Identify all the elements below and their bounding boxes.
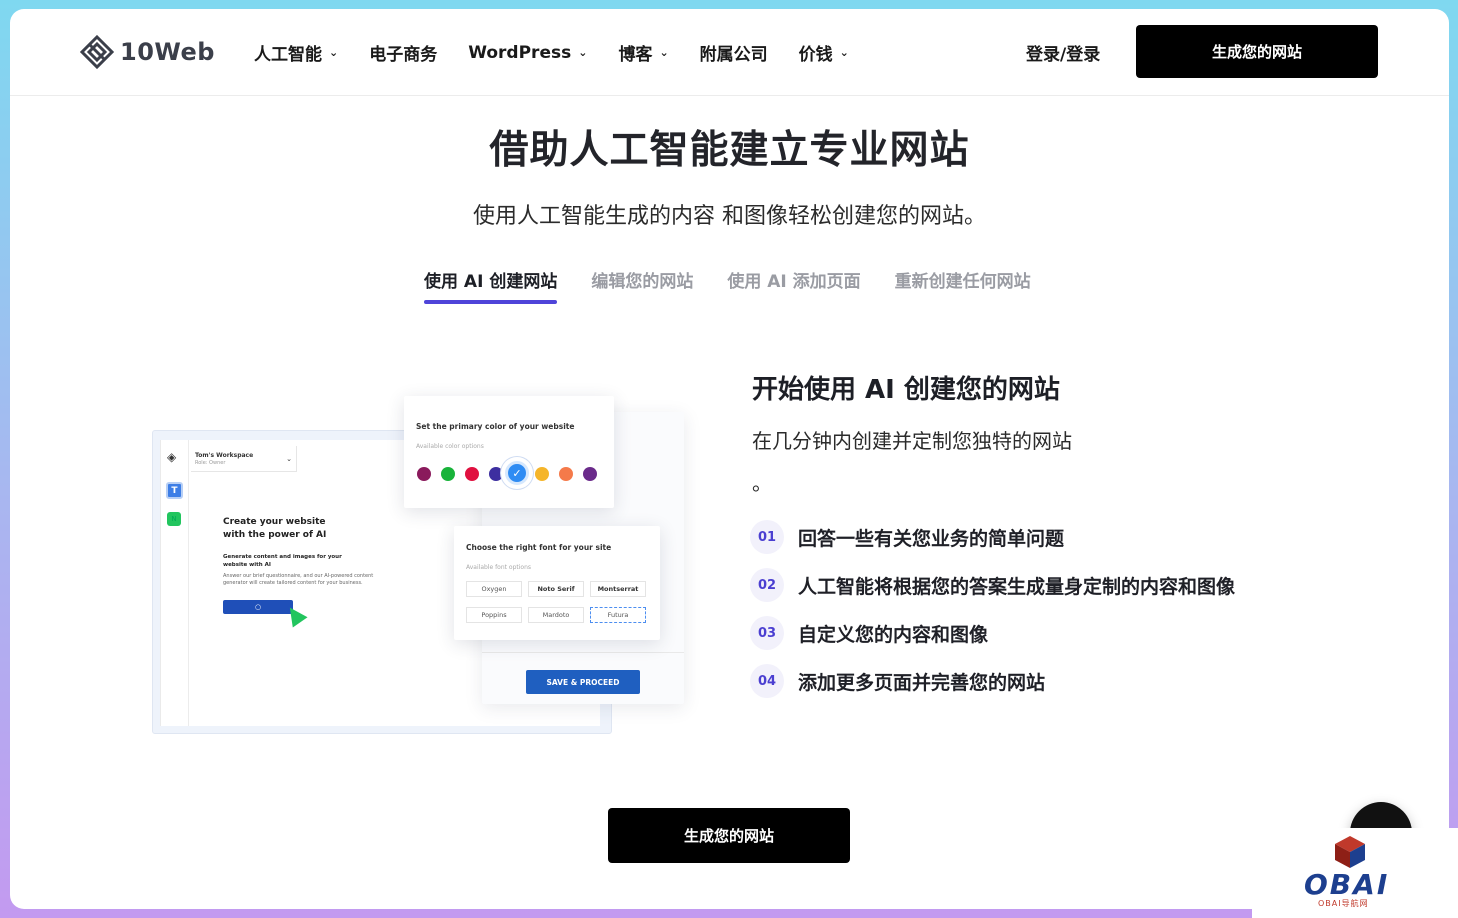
nav-label: 电子商务: [369, 45, 438, 65]
top-header: 10Web 人工智能 ⌄ 电子商务 WordPress ⌄ 博客 ⌄ 附属公司 价钱 ⌄…: [10, 9, 1449, 96]
mini-logo-icon: ◈: [167, 450, 177, 464]
cube-logo-icon: [1335, 836, 1365, 868]
page-subtitle: 使用人工智能生成的内容 和图像轻松创建您的网站。: [473, 204, 986, 229]
font-option: Mardoto: [528, 607, 584, 623]
workspace-role: Role: Owner: [195, 460, 226, 466]
nav-label: 价钱: [798, 45, 833, 65]
font-options: Oxygen Noto Serif Montserrat Poppins Mardoto…: [466, 581, 646, 623]
color-swatch: [489, 467, 503, 481]
chevron-down-icon: ⌄: [286, 455, 292, 463]
page: 10Web 人工智能 ⌄ 电子商务 WordPress ⌄ 博客 ⌄ 附属公司 价钱 ⌄…: [10, 9, 1449, 909]
tab-recreate-site[interactable]: 重新创建任何网站: [895, 267, 1031, 307]
product-illustration: ◈ T N Tom's Workspace Role: Owner ⌄ Crea…: [150, 364, 710, 754]
workspace-avatar: T: [166, 482, 183, 499]
main-nav: 人工智能 ⌄ 电子商务 WordPress ⌄ 博客 ⌄ 附属公司 价钱 ⌄: [254, 40, 880, 66]
nav-item-affiliates[interactable]: 附属公司: [700, 40, 768, 65]
color-picker-card: Set the primary color of your website Av…: [404, 396, 614, 508]
tab-add-pages[interactable]: 使用 AI 添加页面: [727, 267, 860, 307]
watermark: OBAI OBAI导航网: [1252, 828, 1458, 918]
list-item: 01 回答一些有关您业务的简单问题: [750, 513, 1235, 561]
chevron-down-icon: ⌄: [839, 46, 849, 59]
step-text: 自定义您的内容和图像: [798, 623, 989, 646]
step-text: 添加更多页面并完善您的网站: [798, 671, 1046, 694]
feature-tabs: 使用 AI 创建网站 编辑您的网站 使用 AI 添加页面 重新创建任何网站: [424, 267, 1065, 307]
nav-item-pricing[interactable]: 价钱 ⌄: [799, 40, 849, 65]
steps-list: 01 回答一些有关您业务的简单问题 02 人工智能将根据您的答案生成量身定制的内…: [750, 513, 1235, 705]
watermark-subtext: OBAI导航网: [1318, 899, 1369, 908]
nav-label: 附属公司: [699, 45, 768, 65]
color-swatch: [583, 467, 597, 481]
nav-item-wordpress[interactable]: WordPress ⌄: [468, 43, 587, 63]
color-swatch: [535, 467, 549, 481]
color-swatch: [441, 467, 455, 481]
font-picker-card: Choose the right font for your site Avai…: [454, 526, 660, 640]
logo-icon: [80, 35, 114, 69]
color-swatch: [559, 467, 573, 481]
font-card-hint: Available font options: [466, 564, 532, 571]
save-proceed-button: SAVE & PROCEED: [526, 670, 640, 694]
font-option: Futura: [590, 607, 646, 623]
logo[interactable]: 10Web: [80, 35, 215, 69]
divider: [482, 652, 684, 653]
color-swatch: [465, 467, 479, 481]
font-card-title: Choose the right font for your site: [466, 543, 612, 552]
tab-edit-site[interactable]: 编辑您的网站: [591, 267, 693, 307]
feature-period: 。: [752, 471, 772, 495]
chevron-down-icon: ⌄: [329, 46, 339, 59]
step-text: 人工智能将根据您的答案生成量身定制的内容和图像: [798, 575, 1236, 598]
create-subheading: Generate content and images for your web…: [223, 554, 342, 568]
page-title: 借助人工智能建立专业网站: [489, 128, 970, 173]
feature-subtitle: 在几分钟内创建并定制您独特的网站: [752, 429, 1072, 453]
header-generate-button[interactable]: 生成您的网站: [1136, 25, 1378, 78]
step-number: 04: [750, 664, 784, 698]
workspace-title: Tom's Workspace: [195, 452, 254, 459]
list-item: 02 人工智能将根据您的答案生成量身定制的内容和图像: [750, 561, 1235, 609]
nav-item-ecommerce[interactable]: 电子商务: [369, 40, 437, 65]
nav-item-blog[interactable]: 博客 ⌄: [618, 40, 668, 65]
chevron-down-icon: ⌄: [578, 46, 588, 59]
font-option: Montserrat: [590, 581, 646, 597]
selected-color-swatch: ✓: [505, 461, 529, 485]
logo-text: 10Web: [120, 38, 215, 66]
watermark-text: OBAI: [1304, 868, 1390, 901]
color-swatches: ✓: [417, 461, 607, 485]
list-item: 04 添加更多页面并完善您的网站: [750, 657, 1235, 705]
color-swatch: [417, 467, 431, 481]
nav-item-ai[interactable]: 人工智能 ⌄: [254, 40, 338, 65]
color-card-title: Set the primary color of your website: [416, 422, 575, 431]
tab-create-with-ai[interactable]: 使用 AI 创建网站: [424, 267, 558, 307]
dashboard-sidebar: ◈ T N: [161, 440, 189, 726]
login-link[interactable]: 登录/登录: [1026, 40, 1100, 65]
color-card-hint: Available color options: [416, 443, 484, 450]
chevron-down-icon: ⌄: [659, 46, 669, 59]
workspace-switcher: Tom's Workspace Role: Owner ⌄: [191, 446, 297, 472]
font-option: Oxygen: [466, 581, 522, 597]
create-heading: Create your website with the power of AI: [223, 517, 327, 540]
create-description: Answer our brief questionnaire, and our …: [223, 573, 374, 586]
step-number: 01: [750, 520, 784, 554]
font-option: Poppins: [466, 607, 522, 623]
step-text: 回答一些有关您业务的简单问题: [798, 527, 1065, 550]
generate-website-button[interactable]: 生成您的网站: [608, 808, 850, 863]
workspace-avatar-secondary: N: [167, 512, 181, 526]
nav-label: 人工智能: [254, 45, 322, 65]
nav-label: 博客: [618, 45, 653, 65]
step-number: 03: [750, 616, 784, 650]
font-option: Noto Serif: [528, 581, 584, 597]
list-item: 03 自定义您的内容和图像: [750, 609, 1235, 657]
nav-label: WordPress: [468, 42, 572, 63]
step-number: 02: [750, 568, 784, 602]
feature-title: 开始使用 AI 创建您的网站: [752, 375, 1060, 405]
